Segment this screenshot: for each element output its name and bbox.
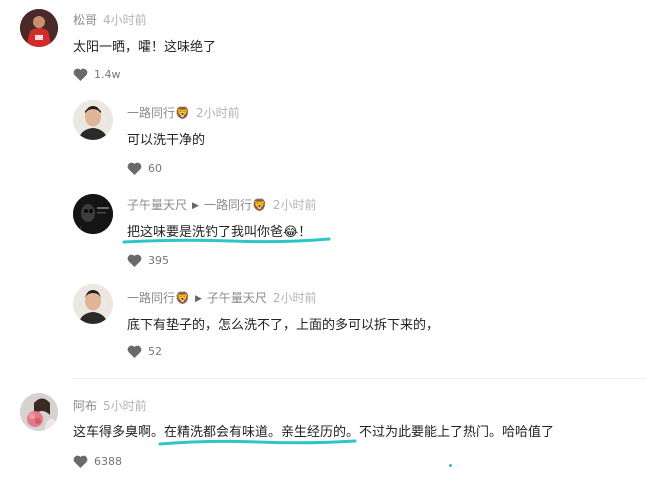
heart-icon [73, 455, 88, 468]
man-portrait-avatar-icon [73, 100, 113, 140]
like-count: 1.4w [94, 68, 121, 81]
reply-to-username[interactable]: 一路同行🦁 [204, 198, 267, 212]
reply-arrow-icon: ▶ [194, 294, 202, 304]
comment-time: 2小时前 [272, 198, 317, 212]
comment-username[interactable]: 一路同行🦁 ▶ 子午量天尺 2小时前 [127, 289, 317, 306]
heart-icon [127, 254, 142, 267]
like-count: 52 [148, 345, 162, 358]
divider [72, 378, 646, 379]
like-button[interactable]: 395 [127, 254, 169, 267]
comment-time: 5小时前 [103, 399, 147, 413]
username[interactable]: 一路同行🦁 [127, 106, 190, 120]
avatar[interactable]: ♪ [73, 194, 113, 234]
comment-username[interactable]: 子午量天尺 ▶ 一路同行🦁 2小时前 [127, 196, 317, 213]
comment-username[interactable]: 松哥 4小时前 [73, 11, 147, 28]
heart-icon [127, 345, 142, 358]
like-count: 6388 [94, 455, 122, 468]
highlight-underline [158, 439, 357, 446]
username[interactable]: 阿布 [73, 399, 97, 413]
reply-arrow-icon: ▶ [192, 201, 199, 211]
avatar[interactable] [20, 9, 58, 47]
reply-to-username[interactable]: 子午量天尺 [207, 291, 267, 305]
woman-flowers-avatar-icon [20, 393, 58, 431]
comment-text: 可以洗干净的 [127, 133, 206, 148]
avatar[interactable] [73, 100, 113, 140]
avatar[interactable] [20, 393, 58, 431]
like-button[interactable]: 6388 [73, 455, 122, 468]
like-count: 60 [148, 162, 162, 175]
comment-username[interactable]: 一路同行🦁 2小时前 [127, 104, 240, 121]
username[interactable]: 子午量天尺 [127, 198, 187, 212]
red-jersey-avatar-icon [20, 9, 58, 47]
like-button[interactable]: 60 [127, 162, 162, 175]
like-button[interactable]: 52 [127, 345, 162, 358]
username[interactable]: 一路同行🦁 [127, 291, 190, 305]
heart-icon [73, 68, 88, 81]
comment-text: 太阳一晒，嚯！这味绝了 [73, 40, 217, 55]
username[interactable]: 松哥 [73, 13, 97, 27]
comment-time: 2小时前 [195, 106, 240, 120]
dark-skull-avatar-icon: ♪ [73, 194, 113, 234]
comment-username[interactable]: 阿布 5小时前 [73, 397, 147, 414]
like-button[interactable]: 1.4w [73, 68, 121, 81]
man-portrait-avatar-icon [73, 284, 113, 324]
heart-icon [127, 162, 142, 175]
highlight-underline [122, 237, 331, 244]
svg-text:♪: ♪ [79, 226, 82, 232]
comment-time: 2小时前 [272, 291, 317, 305]
like-count: 395 [148, 254, 169, 267]
comment-text: 底下有垫子的，怎么洗不了，上面的多可以拆下来的， [127, 318, 440, 333]
avatar[interactable] [73, 284, 113, 324]
comment-time: 4小时前 [103, 13, 147, 27]
stray-dot [449, 464, 452, 467]
